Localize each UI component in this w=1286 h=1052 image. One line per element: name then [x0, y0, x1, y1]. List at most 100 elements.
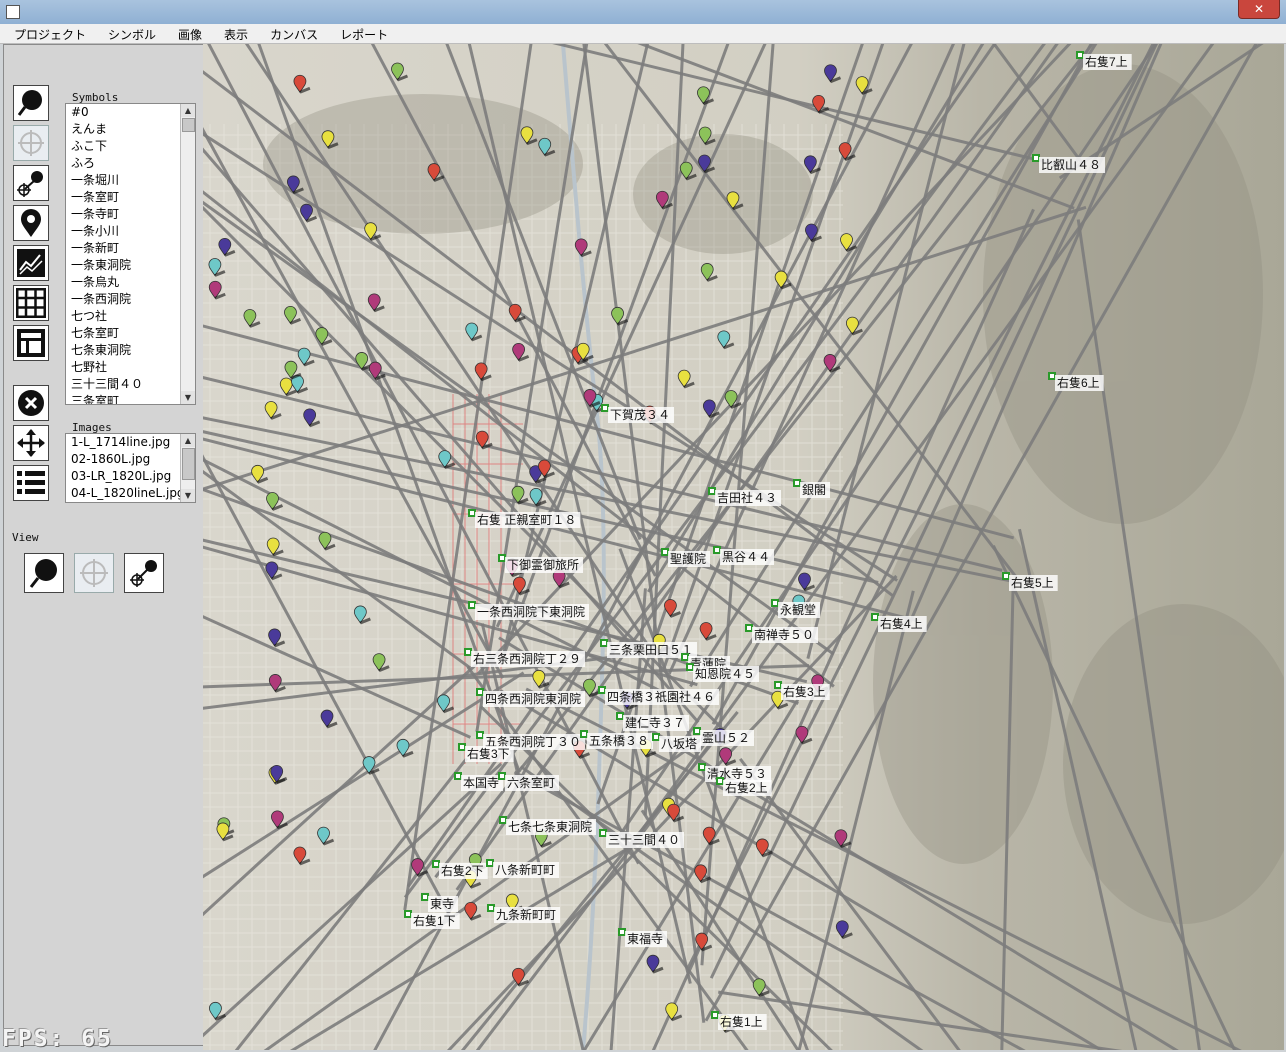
map-label[interactable]: 知恩院４５: [686, 663, 760, 682]
menu-canvas[interactable]: カンバス: [256, 24, 326, 43]
image-item[interactable]: 04-L_1820lineL.jpg: [66, 485, 181, 502]
tool-move[interactable]: [13, 425, 49, 461]
map-label[interactable]: 右隻4上: [871, 613, 927, 632]
symbol-item[interactable]: 七野社: [66, 359, 181, 376]
symbol-item[interactable]: 七つ社: [66, 308, 181, 325]
map-label[interactable]: 右隻2下: [432, 860, 488, 879]
map-label[interactable]: 右隻 正親室町１８: [468, 509, 581, 528]
tool-chart[interactable]: [13, 245, 49, 281]
label-marker-icon: [1032, 154, 1040, 162]
tool-grid[interactable]: [13, 285, 49, 321]
view-magnifier[interactable]: [24, 553, 64, 593]
tool-crosshair-pin[interactable]: [13, 165, 49, 201]
label-marker-icon: [871, 613, 879, 621]
scroll-down-icon[interactable]: ▼: [181, 391, 195, 404]
map-label-text: 東寺: [430, 897, 454, 911]
view-crosshair-pin[interactable]: [124, 553, 164, 593]
images-list[interactable]: 1-L_1714line.jpg 02-1860L.jpg 03-LR_1820L.…: [65, 433, 196, 503]
symbol-item[interactable]: ふこ下: [66, 138, 181, 155]
map-label[interactable]: 本国寺: [454, 772, 504, 791]
symbol-item[interactable]: えんま: [66, 121, 181, 138]
map-canvas[interactable]: 右隻7上 比叡山４８ 右隻6上 下賀茂３４ 吉田社４３ 銀閣 右隻 正親室町１８ 聖護院 黒谷４…: [203, 44, 1284, 1050]
map-svg[interactable]: 右隻7上比叡山４８ 右隻6上下賀茂３４ 吉田社４３ 銀閣右隻 正親室町１８ 聖護院 黒谷４…: [203, 44, 1284, 1050]
symbol-item[interactable]: 七条室町: [66, 325, 181, 342]
map-label[interactable]: 永観堂: [771, 599, 821, 618]
map-label[interactable]: 右隻1上: [711, 1011, 767, 1030]
map-label[interactable]: 東福寺: [618, 928, 668, 947]
map-label[interactable]: 九条新町町: [487, 904, 561, 923]
tool-map-pin[interactable]: [13, 205, 49, 241]
images-scrollbar[interactable]: ▲ ▼: [180, 434, 195, 502]
map-pin-icon: [21, 209, 41, 237]
map-label[interactable]: 下賀茂３４: [601, 404, 675, 423]
label-marker-icon: [454, 772, 462, 780]
tool-list[interactable]: [13, 465, 49, 501]
symbol-item[interactable]: ふろ: [66, 155, 181, 172]
map-label[interactable]: 四条西洞院東洞院: [476, 688, 586, 707]
map-label[interactable]: 六条室町: [498, 772, 560, 791]
map-label[interactable]: 右三条西洞院丁２９: [464, 648, 586, 667]
symbol-item[interactable]: 一条新町: [66, 240, 181, 257]
view-crosshair[interactable]: [74, 553, 114, 593]
label-marker-icon: [793, 479, 801, 487]
symbol-item[interactable]: 三十三間４０: [66, 376, 181, 393]
map-label[interactable]: 比叡山４８: [1032, 154, 1106, 173]
symbol-item[interactable]: 一条西洞院: [66, 291, 181, 308]
menu-view[interactable]: 表示: [210, 24, 256, 43]
map-label[interactable]: 五条橋３８: [580, 730, 654, 749]
map-label[interactable]: 右隻2上: [716, 777, 772, 796]
map-label[interactable]: 三十三間４０: [599, 829, 685, 848]
map-label[interactable]: 黒谷４４: [713, 546, 775, 565]
map-label[interactable]: 右隻3上: [774, 681, 830, 700]
tool-crosshair[interactable]: [13, 125, 49, 161]
tool-calculator[interactable]: [13, 325, 49, 361]
map-label[interactable]: 清水寺５３: [698, 763, 772, 782]
menu-symbol[interactable]: シンボル: [94, 24, 164, 43]
scroll-up-icon[interactable]: ▲: [181, 434, 195, 447]
map-label[interactable]: 右隻1下: [404, 910, 460, 929]
symbols-scrollbar[interactable]: ▲ ▼: [180, 104, 195, 404]
menu-image[interactable]: 画像: [164, 24, 210, 43]
symbol-item[interactable]: #0: [66, 104, 181, 121]
symbol-item[interactable]: 一条堀川: [66, 172, 181, 189]
grid-icon: [16, 288, 46, 318]
symbol-item[interactable]: 一条寺町: [66, 206, 181, 223]
map-label[interactable]: 七条七条東洞院: [499, 816, 597, 835]
map-label[interactable]: 右隻7上: [1076, 51, 1132, 70]
map-label[interactable]: 右隻3下: [458, 743, 514, 762]
map-label-text: 本国寺: [463, 776, 499, 790]
map-label[interactable]: 下御霊御旅所: [498, 554, 584, 573]
image-item[interactable]: 1-L_1714line.jpg: [66, 434, 181, 451]
symbol-item[interactable]: 一条小川: [66, 223, 181, 240]
label-marker-icon: [711, 1011, 719, 1019]
scroll-up-icon[interactable]: ▲: [181, 104, 195, 117]
map-label[interactable]: 右隻5上: [1002, 572, 1058, 591]
scroll-down-icon[interactable]: ▼: [181, 489, 195, 502]
map-label[interactable]: 聖護院: [661, 548, 711, 567]
symbol-item[interactable]: 一条烏丸: [66, 274, 181, 291]
map-label[interactable]: 吉田社４３: [708, 487, 782, 506]
symbol-item[interactable]: 一条室町: [66, 189, 181, 206]
menu-report[interactable]: レポート: [326, 24, 396, 43]
image-item[interactable]: 02-1860L.jpg: [66, 451, 181, 468]
symbol-item[interactable]: 七条東洞院: [66, 342, 181, 359]
map-label[interactable]: 一条西洞院下東洞院: [468, 601, 590, 620]
scroll-thumb[interactable]: [182, 118, 195, 132]
map-label[interactable]: 建仁寺３７: [616, 712, 690, 731]
tool-delete[interactable]: [13, 385, 49, 421]
map-label[interactable]: 八坂塔: [652, 733, 702, 752]
menu-project[interactable]: プロジェクト: [0, 24, 94, 43]
map-label[interactable]: 南禅寺５０: [745, 624, 819, 643]
map-label[interactable]: 四条橋３祇園社４６: [598, 686, 720, 705]
tool-magnifier[interactable]: [13, 85, 49, 121]
map-label[interactable]: 霊山５２: [693, 727, 755, 746]
scroll-thumb[interactable]: [182, 448, 195, 480]
map-label[interactable]: 右隻6上: [1048, 372, 1104, 391]
label-marker-icon: [600, 639, 608, 647]
image-item[interactable]: 03-LR_1820L.jpg: [66, 468, 181, 485]
symbol-item[interactable]: 三条室町: [66, 393, 181, 404]
map-label[interactable]: 八条新町町: [486, 859, 560, 878]
symbols-list[interactable]: #0 えんま ふこ下 ふろ 一条堀川 一条室町 一条寺町 一条小川 一条新町 一条東洞院 一条烏丸一…: [65, 103, 196, 405]
symbol-item[interactable]: 一条東洞院: [66, 257, 181, 274]
window-close-button[interactable]: ✕: [1238, 0, 1280, 19]
